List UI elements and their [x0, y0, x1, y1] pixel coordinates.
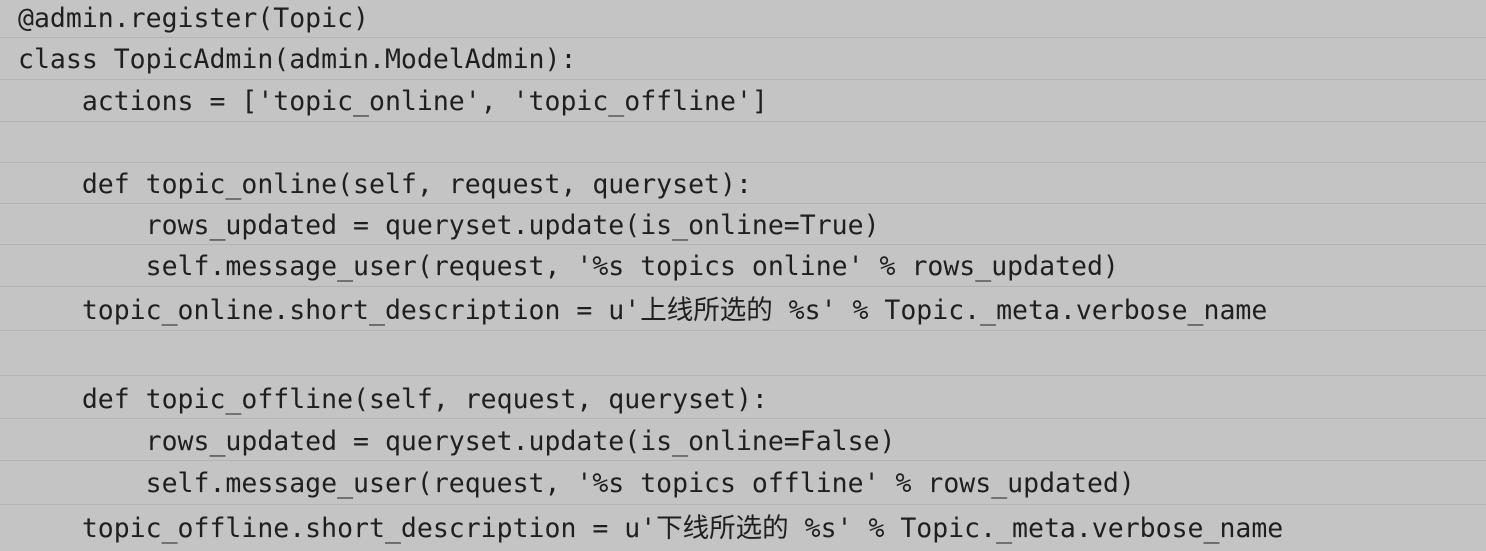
- code-line-8: topic_online.short_description = u'上线所选的…: [0, 287, 1486, 331]
- code-line-12: self.message_user(request, '%s topics of…: [0, 461, 1486, 505]
- code-line-5: def topic_online(self, request, queryset…: [0, 163, 1486, 204]
- code-line-13: topic_offline.short_description = u'下线所选…: [0, 505, 1486, 551]
- code-line-6: rows_updated = queryset.update(is_online…: [0, 204, 1486, 245]
- code-line-7: self.message_user(request, '%s topics on…: [0, 245, 1486, 287]
- code-line-1: @admin.register(Topic): [0, 0, 1486, 38]
- code-line-text: class TopicAdmin(admin.ModelAdmin):: [18, 44, 577, 75]
- code-line-10: def topic_offline(self, request, queryse…: [0, 376, 1486, 419]
- code-line-text: topic_offline.short_description = u'下线所选…: [18, 513, 1284, 544]
- code-line-text: self.message_user(request, '%s topics on…: [18, 251, 1119, 282]
- code-line-2: class TopicAdmin(admin.ModelAdmin):: [0, 38, 1486, 80]
- code-line-text: def topic_offline(self, request, queryse…: [18, 384, 768, 415]
- code-listing: @admin.register(Topic) class TopicAdmin(…: [0, 0, 1486, 551]
- code-line-text: rows_updated = queryset.update(is_online…: [18, 210, 880, 241]
- code-line-11: rows_updated = queryset.update(is_online…: [0, 419, 1486, 461]
- code-line-text: self.message_user(request, '%s topics of…: [18, 468, 1135, 499]
- code-line-text: @admin.register(Topic): [18, 3, 369, 34]
- code-line-9: [0, 331, 1486, 376]
- code-line-text: actions = ['topic_online', 'topic_offlin…: [18, 86, 768, 117]
- code-line-text: def topic_online(self, request, queryset…: [18, 169, 752, 200]
- code-line-3: actions = ['topic_online', 'topic_offlin…: [0, 80, 1486, 122]
- code-line-4: [0, 122, 1486, 163]
- code-line-text: rows_updated = queryset.update(is_online…: [18, 426, 896, 457]
- code-line-text: topic_online.short_description = u'上线所选的…: [18, 295, 1268, 326]
